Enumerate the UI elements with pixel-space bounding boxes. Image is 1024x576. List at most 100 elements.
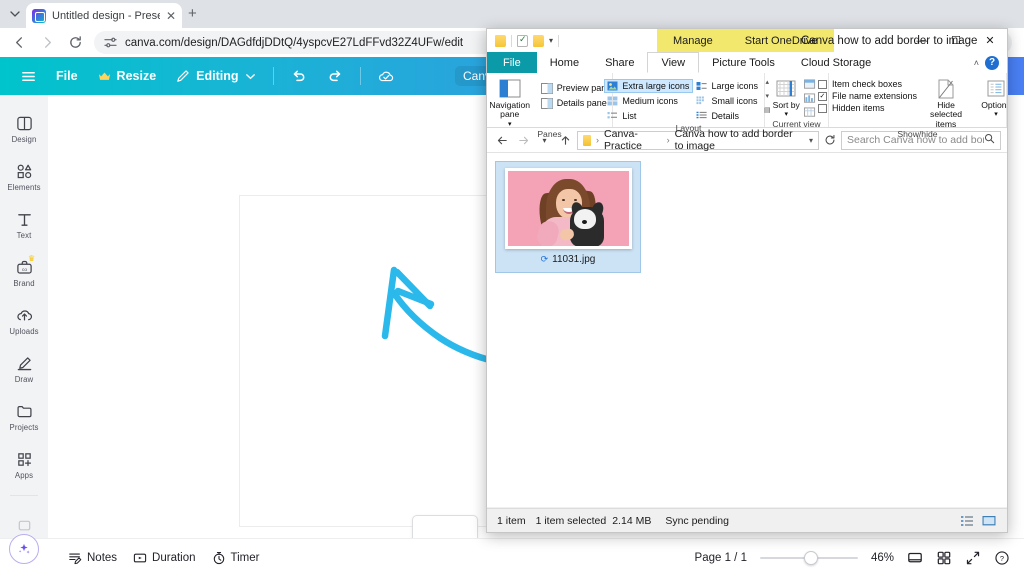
redo-icon [327,68,343,84]
tab-picture-tools[interactable]: Picture Tools [699,52,788,73]
checkbox[interactable] [817,79,827,89]
layout-extra-large-icons[interactable]: Extra large icons [604,79,694,93]
new-tab-button[interactable]: + [188,6,197,21]
present-icon[interactable] [907,550,923,566]
qat-divider-2 [558,34,560,47]
timer-button[interactable]: Timer [204,546,268,570]
minimize-icon[interactable]: — [905,29,939,52]
folder-icon[interactable] [495,34,506,47]
browser-tab[interactable]: Untitled design - Presentation ✕ [26,3,182,28]
zoom-slider-handle[interactable] [803,550,818,565]
menu-button[interactable] [12,64,45,89]
fullscreen-icon[interactable] [965,550,981,566]
notes-icon [68,551,82,565]
dropdown-caret-icon[interactable]: ▾ [994,111,998,119]
layout-details[interactable]: Details [693,109,762,123]
resize-button[interactable]: Resize [89,64,166,88]
help-icon[interactable]: ? [994,550,1010,566]
chevron-down-icon [245,71,256,82]
checkbox[interactable] [817,103,827,113]
group-label-show-hide: Show/hide [897,129,938,140]
reload-icon[interactable] [62,30,88,56]
large-icons-view-icon[interactable] [981,514,997,528]
layout-option-label: List [622,111,637,121]
navigation-pane-label: Navigation pane [489,100,531,120]
tab-home[interactable]: Home [537,52,592,73]
sidebar-item-label: Text [16,230,32,240]
layout-small-icons[interactable]: Small icons [693,94,762,108]
forward-icon[interactable] [514,131,533,150]
file-explorer-window[interactable]: ▾ Manage Start OneDrive Canva how to add… [486,28,1008,533]
customize-caret-icon[interactable]: ▾ [549,36,553,45]
text-icon [16,211,33,228]
hidden-items-option[interactable]: Hidden items [817,103,917,113]
sidebar-item-uploads[interactable]: Uploads [0,297,48,345]
file-name-extensions-label: File name extensions [831,91,918,101]
svg-text:co: co [22,267,27,272]
ribbon-group-show-hide: Item check boxes ✓ File name extensions … [817,73,1007,139]
tab-file[interactable]: File [487,52,537,73]
help-icon[interactable]: ? [985,55,999,70]
layout-medium-icons[interactable]: Medium icons [604,94,693,108]
forward-icon[interactable] [34,30,60,56]
layout-large-icons[interactable]: Large icons [693,79,762,93]
zoom-slider[interactable] [759,550,858,565]
item-check-boxes-option[interactable]: Item check boxes [817,79,917,89]
dropdown-caret-icon[interactable]: ▾ [784,111,788,119]
sidebar-item-apps[interactable]: Apps [0,441,48,489]
chevron-down-icon[interactable]: ▾ [809,136,813,145]
quick-access-toolbar[interactable]: ▾ [487,34,560,47]
sidebar-item-design[interactable]: Design [0,105,48,153]
add-columns-icon [804,93,816,105]
hide-selected-items-button[interactable]: Hide selected items [920,77,972,129]
duration-button[interactable]: Duration [125,546,203,570]
editing-mode-button[interactable]: Editing [167,64,264,88]
sidebar-item-draw[interactable]: Draw [0,345,48,393]
options-button[interactable]: Options ▾ [975,77,1007,119]
file-name-extensions-option[interactable]: ✓ File name extensions [817,91,918,101]
breadcrumb-separator: › [666,135,670,145]
tab-view[interactable]: View [647,52,700,73]
sidebar-item-elements[interactable]: Elements [0,153,48,201]
back-icon[interactable] [493,131,512,150]
tab-cloud-storage[interactable]: Cloud Storage [788,52,884,73]
explorer-file-list[interactable]: ⟳ 11031.jpg [487,153,1007,507]
cloud-save-button[interactable] [369,64,404,89]
properties-icon[interactable] [517,34,528,47]
tab-share[interactable]: Share [592,52,647,73]
sort-by-button[interactable]: Sort by ▾ [771,77,801,119]
undo-button[interactable] [282,63,316,89]
canva-sidebar: Design Elements Text ♛ co Brand Uploads … [0,95,48,538]
sidebar-item-text[interactable]: Text [0,201,48,249]
breadcrumb-item-root[interactable]: Canva-Practice [604,128,662,152]
new-folder-icon[interactable] [533,34,544,47]
sidebar-item-label: Projects [9,422,39,432]
close-icon[interactable]: ✕ [166,10,176,22]
tab-search-icon[interactable] [4,3,26,25]
details-view-icon[interactable] [959,514,975,528]
resize-label: Resize [116,69,157,83]
file-item[interactable]: ⟳ 11031.jpg [495,161,641,273]
sidebar-item-brand[interactable]: ♛ co Brand [0,249,48,297]
layout-option-label: Small icons [711,96,758,106]
maximize-icon[interactable]: ☐ [939,29,973,52]
explorer-titlebar[interactable]: ▾ Manage Start OneDrive Canva how to add… [487,29,1007,52]
checkbox-checked[interactable]: ✓ [817,91,827,101]
layout-list[interactable]: List [604,109,693,123]
refresh-icon[interactable] [821,131,839,150]
redo-button[interactable] [318,63,352,89]
notes-button[interactable]: Notes [60,546,125,570]
sidebar-item-projects[interactable]: Projects [0,393,48,441]
file-menu-button[interactable]: File [47,64,87,88]
tune-icon[interactable] [104,36,117,49]
back-icon[interactable] [6,30,32,56]
status-item-count: 1 item [497,514,526,527]
magic-ai-button[interactable] [9,534,39,564]
close-icon[interactable]: ✕ [973,29,1007,52]
navigation-pane-button[interactable]: Navigation pane ▾ [487,77,536,129]
search-icon[interactable] [984,133,995,147]
dropdown-caret-icon[interactable]: ▾ [508,121,512,129]
file-caption: ⟳ 11031.jpg [541,254,596,265]
grid-view-icon[interactable] [936,550,952,566]
chevron-up-icon[interactable]: ˄ [974,58,979,68]
